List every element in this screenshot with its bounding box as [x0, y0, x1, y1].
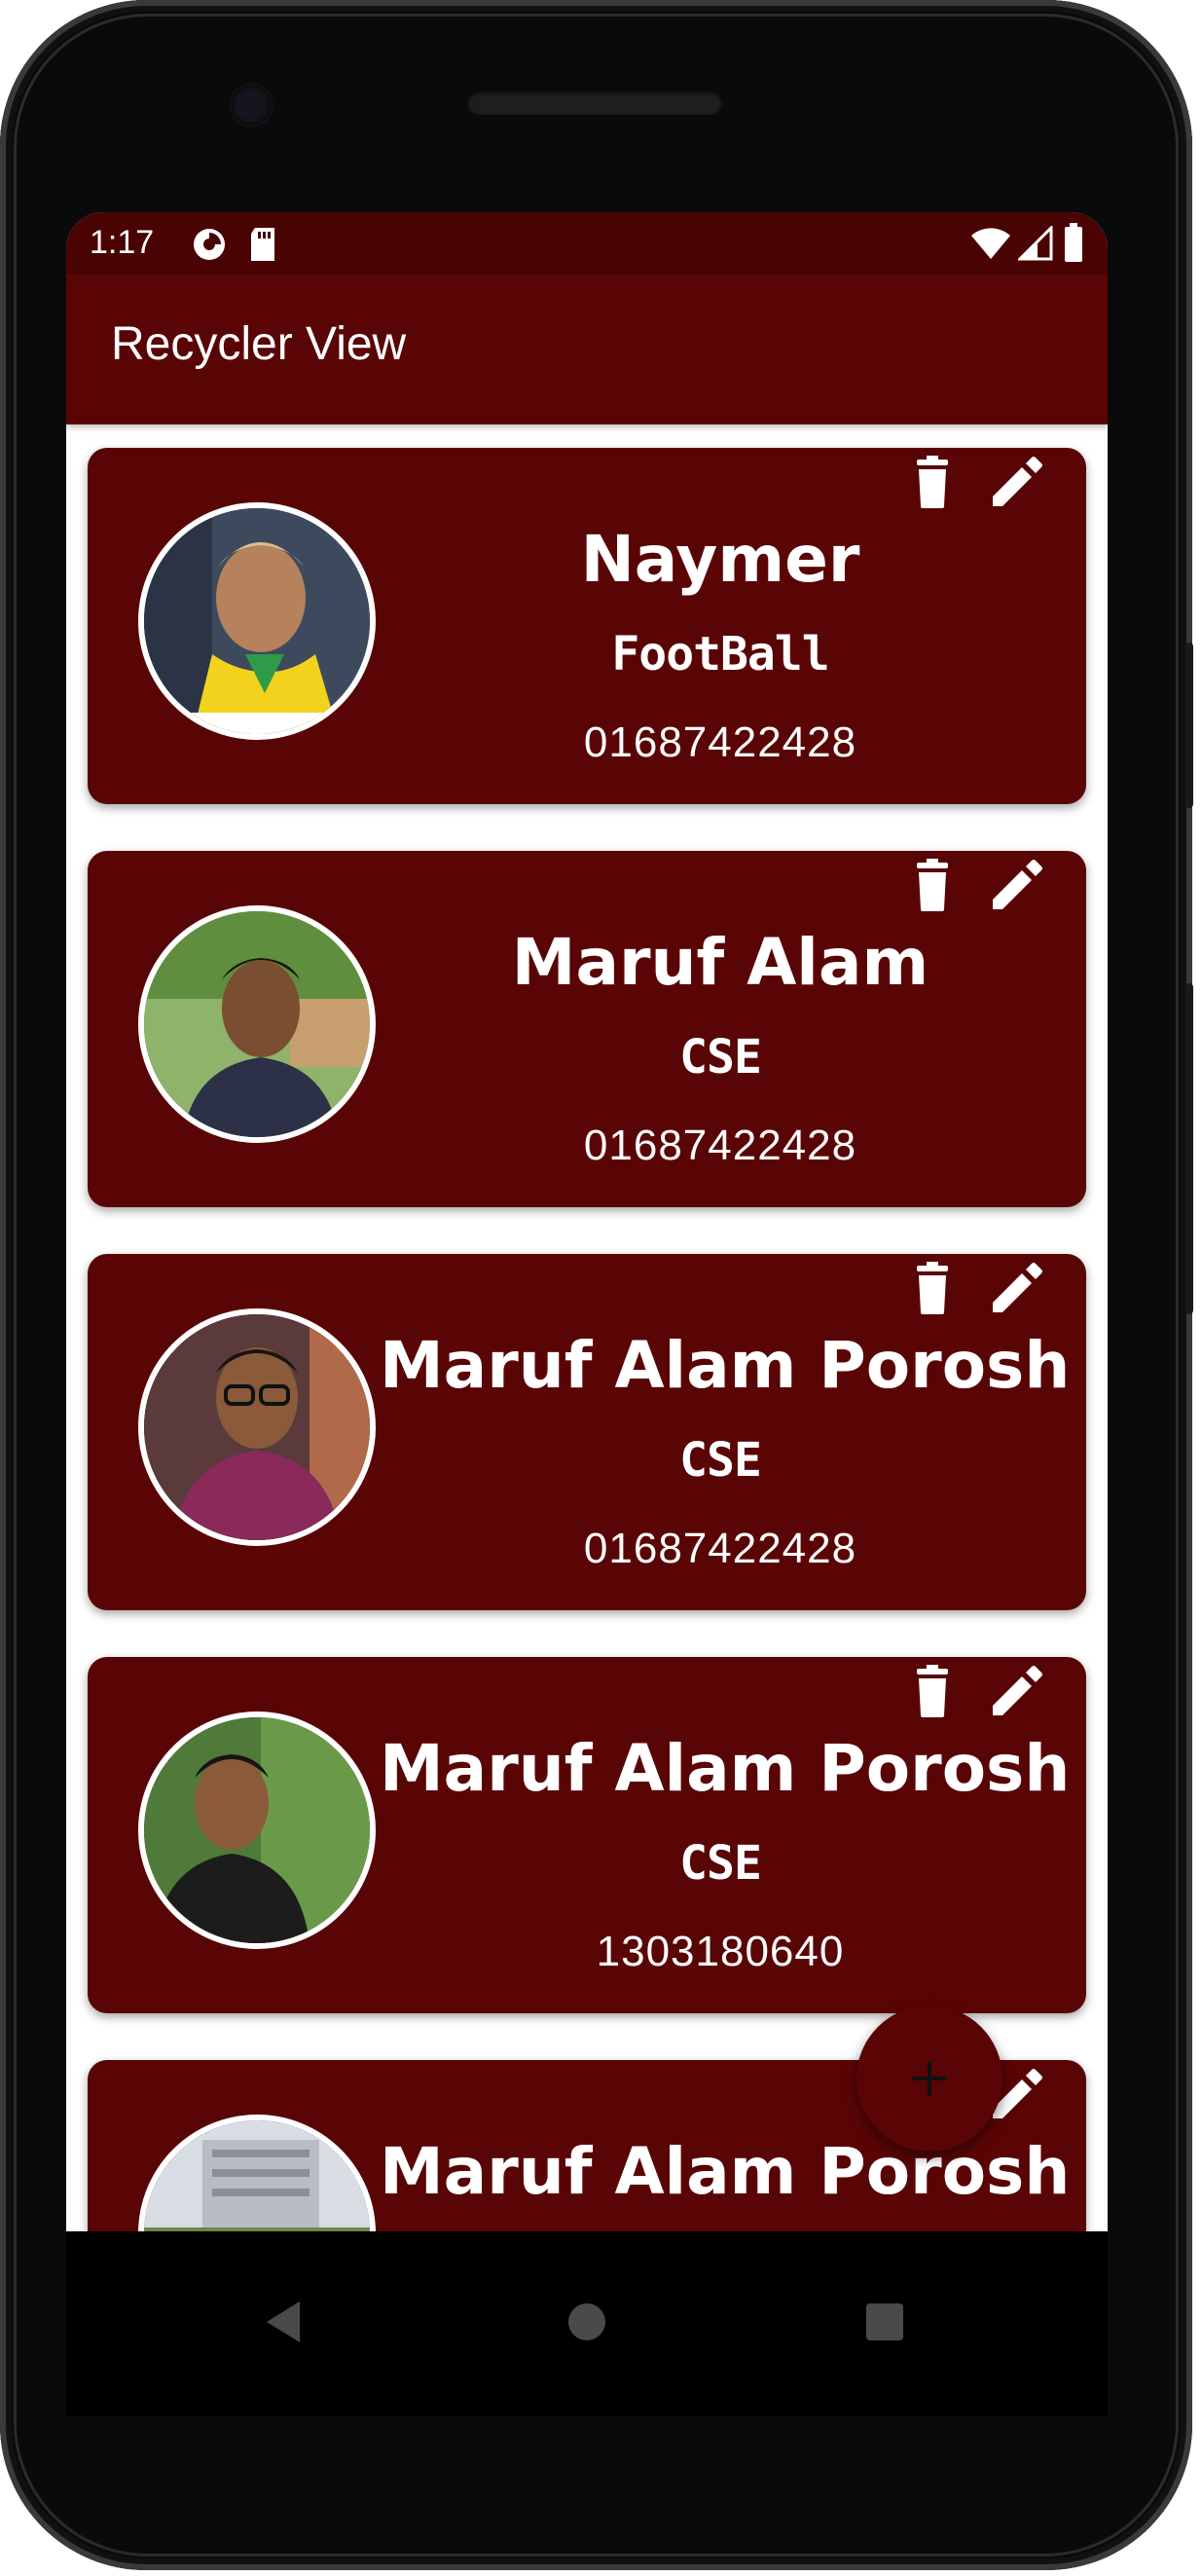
avatar	[138, 502, 376, 740]
card-subtitle: FootBall	[611, 627, 829, 681]
pencil-icon[interactable]	[985, 454, 1043, 512]
home-circle-icon[interactable]	[553, 2288, 621, 2356]
card-name: Maruf Alam	[511, 925, 929, 1000]
power-button	[1185, 643, 1193, 808]
front-camera	[232, 86, 271, 125]
volume-button	[1185, 983, 1193, 1314]
card-phone: 01687422428	[583, 1525, 857, 1572]
card-subtitle: CSE	[679, 1030, 762, 1085]
screen: 1:17 Recycler View Naymer FootBall 01687…	[66, 212, 1108, 2231]
trash-icon[interactable]	[903, 454, 962, 512]
card-phone: 01687422428	[583, 718, 857, 766]
pencil-icon[interactable]	[985, 1260, 1043, 1318]
avatar	[138, 1711, 376, 1949]
trash-icon[interactable]	[903, 1663, 962, 1721]
phone-frame: 1:17 Recycler View Naymer FootBall 01687…	[0, 0, 1193, 2570]
avatar	[138, 1308, 376, 1546]
app-bar: Recycler View	[66, 275, 1108, 424]
data-saver-icon	[194, 229, 225, 260]
back-triangle-icon[interactable]	[251, 2288, 319, 2356]
plus-icon	[912, 2061, 947, 2096]
list-item[interactable]: Maruf Alam CSE 01687422428	[88, 851, 1086, 1207]
card-name: Maruf Alam Porosh	[380, 1731, 1071, 1806]
card-subtitle: CSE	[679, 1433, 762, 1488]
pencil-icon[interactable]	[985, 857, 1043, 915]
card-subtitle: CSE	[679, 1836, 762, 1891]
trash-icon[interactable]	[903, 1260, 962, 1318]
earpiece-speaker	[467, 90, 722, 115]
add-button[interactable]	[856, 2006, 1002, 2152]
pencil-icon[interactable]	[985, 1663, 1043, 1721]
signal-icon	[1018, 226, 1053, 261]
avatar	[138, 905, 376, 1143]
battery-icon	[1065, 223, 1082, 262]
system-nav-bar	[66, 2231, 1108, 2416]
app-title: Recycler View	[111, 318, 407, 370]
status-time: 1:17	[90, 224, 155, 261]
sd-card-icon	[251, 228, 274, 261]
recycler-list[interactable]: Naymer FootBall 01687422428 Maruf Alam C…	[66, 424, 1108, 2231]
card-name: Maruf Alam Porosh	[380, 1328, 1071, 1403]
status-bar: 1:17	[66, 212, 1108, 275]
avatar	[138, 2115, 376, 2231]
list-item[interactable]: Maruf Alam Porosh CSE 01687422428	[88, 1254, 1086, 1610]
list-item[interactable]: Maruf Alam Porosh CSE 1303180640	[88, 1657, 1086, 2013]
list-item[interactable]: Naymer FootBall 01687422428	[88, 448, 1086, 804]
card-phone: 1303180640	[596, 1928, 845, 1975]
trash-icon[interactable]	[903, 857, 962, 915]
card-name: Naymer	[580, 522, 860, 597]
recents-square-icon[interactable]	[851, 2288, 919, 2356]
wifi-icon	[971, 228, 1010, 259]
card-phone: 01687422428	[583, 1122, 857, 1169]
